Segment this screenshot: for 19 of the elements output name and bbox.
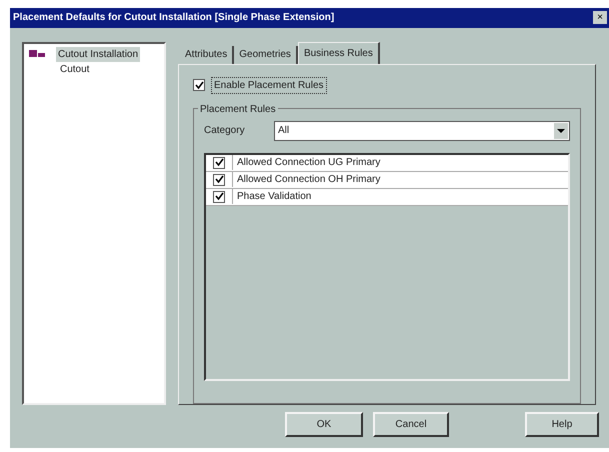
close-button[interactable]: × <box>593 11 607 24</box>
tree-item[interactable]: Cutout <box>58 62 92 77</box>
category-label: Category <box>204 124 246 138</box>
dialog-button[interactable]: OK <box>285 412 363 437</box>
tab[interactable]: Business Rules <box>298 42 380 64</box>
rule-checkbox[interactable] <box>213 156 225 169</box>
window-title: Placement Defaults for Cutout Installation [Single Phase Extension] <box>13 11 334 26</box>
tab[interactable]: Attributes <box>180 46 234 64</box>
rule-checkbox[interactable] <box>213 174 225 186</box>
dialog-button[interactable]: Cancel <box>373 412 449 437</box>
enable-checkbox[interactable] <box>193 79 205 92</box>
enable-rules-label: Enable Placement Rules <box>211 76 327 94</box>
category-dropdown[interactable]: All <box>274 120 570 141</box>
rule-label: Allowed Connection UG Primary <box>232 155 380 170</box>
rule-label: Allowed Connection OH Primary <box>232 172 380 188</box>
rule-label: Phase Validation <box>232 189 312 204</box>
dialog-button[interactable]: Help <box>525 412 599 437</box>
tree-item[interactable]: Cutout Installation <box>56 46 140 62</box>
rule-checkbox[interactable] <box>213 190 225 203</box>
